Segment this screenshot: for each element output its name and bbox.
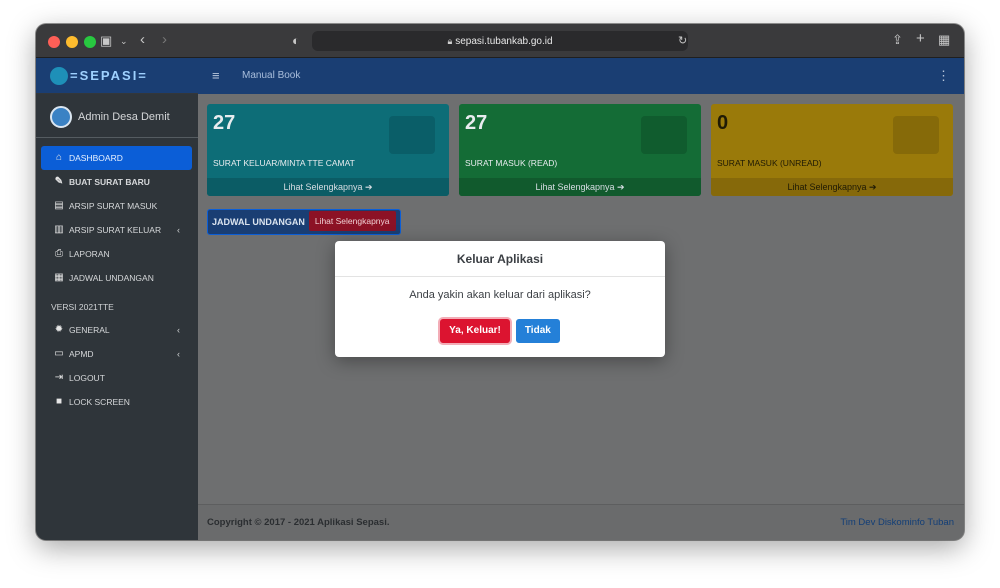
close-window-button[interactable]	[48, 36, 60, 48]
inbox-archive-icon: ▤	[54, 200, 64, 211]
copyright-text: Copyright © 2017 - 2021 Aplikasi Sepasi.	[207, 517, 390, 528]
jadwal-more-button[interactable]: Lihat Selengkapnya	[308, 210, 396, 231]
new-tab-icon[interactable]: +	[916, 31, 925, 46]
sidebar-menu: ⌂ DASHBOARD ✎ BUAT SURAT BARU ▤ ARSIP SU…	[36, 146, 198, 290]
stat-label: SURAT MASUK (READ)	[465, 158, 558, 168]
stat-card-surat-masuk-read: 27 SURAT MASUK (READ) Lihat Selengkapnya…	[459, 104, 701, 196]
logout-confirm-dialog: Keluar Aplikasi Anda yakin akan keluar d…	[335, 241, 665, 357]
sidebar-item-label: LOCK SCREEN	[69, 397, 130, 407]
chevron-left-icon: ‹	[177, 225, 180, 235]
envelope-open-icon	[641, 116, 687, 154]
confirm-logout-button[interactable]: Ya, Keluar!	[440, 319, 510, 343]
sidebar-item-dashboard[interactable]: ⌂ DASHBOARD	[41, 146, 192, 170]
sidebar-item-label: BUAT SURAT BARU	[69, 177, 150, 187]
sidebar-item-label: DASHBOARD	[69, 153, 123, 163]
reload-icon[interactable]: ↻	[678, 34, 687, 48]
chevron-down-icon[interactable]: ⌄	[120, 34, 128, 48]
sidebar: =SEPASI= Admin Desa Demit ⌂ DASHBOARD ✎ …	[36, 58, 198, 540]
stat-count: 27	[213, 112, 236, 134]
minimize-window-button[interactable]	[66, 36, 78, 48]
user-panel[interactable]: Admin Desa Demit	[36, 94, 198, 138]
sidebar-item-label: GENERAL	[69, 325, 110, 335]
tab-overview-icon[interactable]: ▦	[938, 33, 950, 47]
logout-icon: ⇥	[54, 372, 64, 383]
chevron-left-icon: ‹	[177, 349, 180, 359]
dialog-actions: Ya, Keluar! Tidak	[335, 319, 665, 343]
sidebar-item-apmd[interactable]: ▭ APMD ‹	[41, 342, 192, 366]
calendar-icon: ▦	[54, 272, 64, 283]
sidebar-item-arsip-surat-keluar[interactable]: ▥ ARSIP SURAT KELUAR ‹	[41, 218, 192, 242]
sidebar-item-arsip-surat-masuk[interactable]: ▤ ARSIP SURAT MASUK	[41, 194, 192, 218]
gear-icon: ✹	[54, 324, 64, 335]
stat-card-surat-masuk-unread: 0 SURAT MASUK (UNREAD) Lihat Selengkapny…	[711, 104, 953, 196]
back-icon[interactable]: ‹	[140, 32, 145, 47]
sidebar-item-laporan[interactable]: ⎙ LAPORAN	[41, 242, 192, 266]
more-info-link[interactable]: Lihat Selengkapnya ➔	[207, 178, 449, 196]
brand[interactable]: =SEPASI=	[36, 58, 198, 94]
sidebar-menu-2: ✹ GENERAL ‹ ▭ APMD ‹ ⇥ LOGOUT ■ LOCK SCR…	[36, 318, 198, 414]
hamburger-icon[interactable]: ≡	[212, 68, 220, 83]
top-navbar: ≡ Manual Book ⋮	[198, 58, 964, 94]
lock-icon: ■	[55, 396, 63, 407]
compose-icon: ✎	[54, 176, 64, 187]
dev-team-link[interactable]: Tim Dev Diskominfo Tuban	[840, 517, 954, 528]
envelope-letter-icon	[893, 116, 939, 154]
url-text: sepasi.tubankab.go.id	[455, 36, 553, 47]
more-info-link[interactable]: Lihat Selengkapnya ➔	[459, 178, 701, 196]
avatar	[50, 106, 72, 128]
footer: Copyright © 2017 - 2021 Aplikasi Sepasi.…	[198, 504, 964, 540]
brand-name: =SEPASI=	[70, 68, 148, 83]
lock-icon: 🔒︎	[447, 36, 453, 46]
jadwal-label: JADWAL UNDANGAN	[212, 217, 305, 227]
sidebar-item-label: ARSIP SURAT KELUAR	[69, 225, 162, 235]
shield-icon[interactable]: ◐	[292, 34, 300, 48]
zoom-window-button[interactable]	[84, 36, 96, 48]
stat-count: 27	[465, 112, 488, 134]
printer-icon: ⎙	[55, 248, 63, 259]
mail-stack-icon	[389, 116, 435, 154]
manual-book-link[interactable]: Manual Book	[242, 70, 300, 81]
dialog-title: Keluar Aplikasi	[335, 241, 665, 277]
sidebar-toggle-icon[interactable]: ▣	[100, 34, 112, 48]
sidebar-item-label: ARSIP SURAT MASUK	[69, 201, 158, 211]
stat-card-surat-keluar: 27 SURAT KELUAR/MINTA TTE CAMAT Lihat Se…	[207, 104, 449, 196]
sidebar-item-label: APMD	[69, 349, 94, 359]
logo-icon	[50, 67, 68, 85]
chevron-left-icon: ‹	[177, 325, 180, 335]
kebab-menu-icon[interactable]: ⋮	[937, 68, 950, 84]
share-icon[interactable]: ⇪	[892, 33, 903, 47]
sidebar-item-lock-screen[interactable]: ■ LOCK SCREEN	[41, 390, 192, 414]
forward-icon[interactable]: ›	[162, 32, 167, 47]
sidebar-item-label: LOGOUT	[69, 373, 105, 383]
id-card-icon: ▭	[54, 348, 64, 359]
stat-label: SURAT MASUK (UNREAD)	[717, 158, 822, 168]
sidebar-item-jadwal-undangan[interactable]: ▦ JADWAL UNDANGAN	[41, 266, 192, 290]
jadwal-undangan-box: JADWAL UNDANGAN Lihat Selengkapnya	[207, 209, 401, 235]
user-name: Admin Desa Demit	[78, 111, 170, 123]
address-bar[interactable]: 🔒︎ sepasi.tubankab.go.id	[312, 31, 688, 51]
sidebar-item-buat-surat-baru[interactable]: ✎ BUAT SURAT BARU	[41, 170, 192, 194]
sidebar-section-header: VERSI 2021TTE	[51, 302, 114, 312]
dashboard-icon: ⌂	[55, 152, 63, 163]
stat-count: 0	[717, 112, 729, 134]
sidebar-item-label: JADWAL UNDANGAN	[69, 273, 154, 283]
sidebar-item-label: LAPORAN	[69, 249, 110, 259]
outbox-archive-icon: ▥	[54, 224, 64, 235]
more-info-link[interactable]: Lihat Selengkapnya ➔	[711, 178, 953, 196]
sidebar-item-logout[interactable]: ⇥ LOGOUT	[41, 366, 192, 390]
dialog-message: Anda yakin akan keluar dari aplikasi?	[409, 289, 591, 301]
sidebar-item-general[interactable]: ✹ GENERAL ‹	[41, 318, 192, 342]
cancel-button[interactable]: Tidak	[515, 319, 560, 343]
browser-toolbar: ▣ ⌄ ‹ › ◐ 🔒︎ sepasi.tubankab.go.id ↻ ⇪ + …	[36, 24, 964, 58]
stat-label: SURAT KELUAR/MINTA TTE CAMAT	[213, 158, 355, 168]
